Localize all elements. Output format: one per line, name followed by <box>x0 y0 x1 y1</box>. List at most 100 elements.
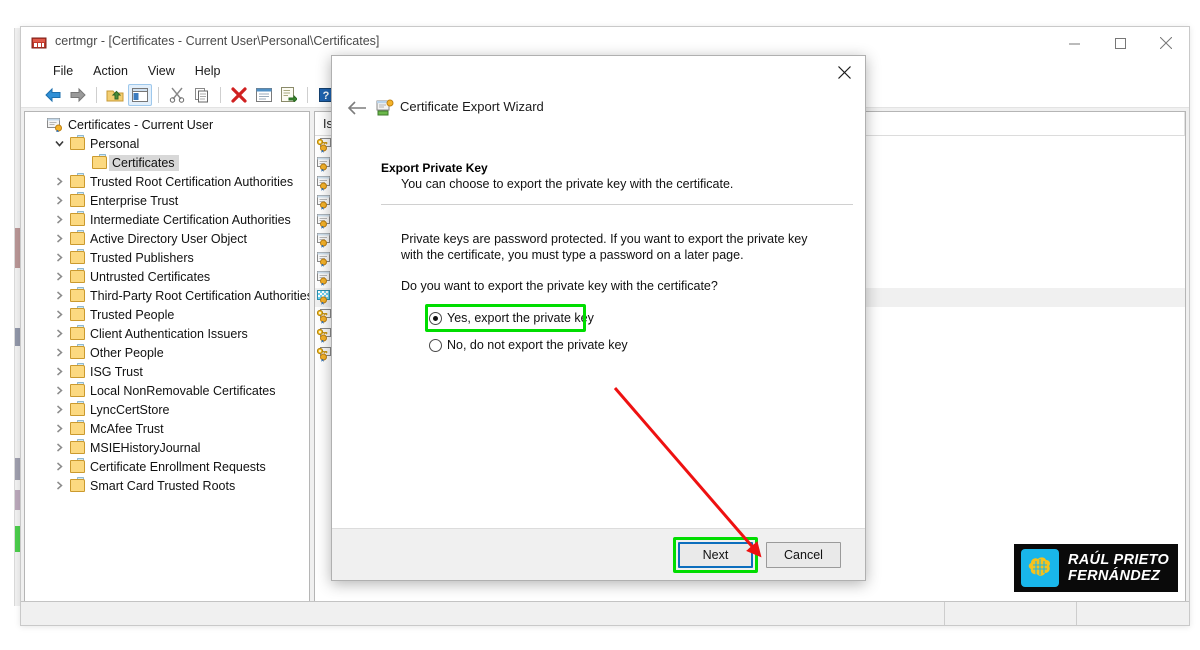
logo-line-1: RAÚL PRIETO <box>1068 552 1169 568</box>
chevron-right-icon[interactable] <box>51 423 67 434</box>
wizard-paragraph-2: Do you want to export the private key wi… <box>401 278 831 294</box>
show-console-tree-icon[interactable] <box>128 84 152 106</box>
brain-logo-icon <box>1021 549 1059 587</box>
folder-icon <box>67 175 87 188</box>
tree-item-local-nonremovable-certificates[interactable]: Local NonRemovable Certificates <box>25 381 309 400</box>
radio-no-indicator[interactable] <box>429 339 442 352</box>
tree-item-certificate-enrollment-requests[interactable]: Certificate Enrollment Requests <box>25 457 309 476</box>
minimize-button[interactable] <box>1051 27 1097 59</box>
tree-item-trusted-root-certification-authorities[interactable]: Trusted Root Certification Authorities <box>25 172 309 191</box>
tree-item-label: Smart Card Trusted Roots <box>87 479 235 493</box>
tree-item-enterprise-trust[interactable]: Enterprise Trust <box>25 191 309 210</box>
close-button[interactable] <box>1143 27 1189 59</box>
tree-item-other-people[interactable]: Other People <box>25 343 309 362</box>
tree-item-client-authentication-issuers[interactable]: Client Authentication Issuers <box>25 324 309 343</box>
tree-item-label: Active Directory User Object <box>87 232 247 246</box>
tree-item-label: Local NonRemovable Certificates <box>87 384 276 398</box>
wizard-footer: Next Cancel <box>332 528 865 580</box>
folder-icon <box>67 308 87 321</box>
folder-icon <box>67 384 87 397</box>
tree-item-trusted-publishers[interactable]: Trusted Publishers <box>25 248 309 267</box>
chevron-right-icon[interactable] <box>51 195 67 206</box>
tree-item-label: Other People <box>87 346 164 360</box>
chevron-right-icon[interactable] <box>51 461 67 472</box>
chevron-right-icon[interactable] <box>51 309 67 320</box>
export-private-key-radio-group: Yes, export the private key No, do not e… <box>401 308 831 355</box>
close-icon[interactable] <box>823 56 865 88</box>
wizard-paragraph-1: Private keys are password protected. If … <box>401 231 831 263</box>
next-button[interactable]: Next <box>678 542 753 568</box>
folder-icon <box>67 346 87 359</box>
chevron-right-icon[interactable] <box>51 176 67 187</box>
tree-item-msiehistoryjournal[interactable]: MSIEHistoryJournal <box>25 438 309 457</box>
radio-yes-indicator[interactable] <box>429 312 442 325</box>
logo-line-2: FERNÁNDEZ <box>1068 568 1169 584</box>
chevron-right-icon[interactable] <box>51 252 67 263</box>
chevron-right-icon[interactable] <box>51 214 67 225</box>
folder-icon <box>67 403 87 416</box>
radio-yes-label: Yes, export the private key <box>447 311 594 325</box>
window-controls <box>1051 27 1189 59</box>
folder-icon <box>67 270 87 283</box>
folder-icon <box>67 365 87 378</box>
chevron-right-icon[interactable] <box>51 271 67 282</box>
maximize-button[interactable] <box>1097 27 1143 59</box>
tree-item-mcafee-trust[interactable]: McAfee Trust <box>25 419 309 438</box>
export-icon[interactable] <box>277 84 301 106</box>
tree-item-third-party-root-certification-authorities[interactable]: Third-Party Root Certification Authoriti… <box>25 286 309 305</box>
folder-icon <box>67 289 87 302</box>
status-bar <box>21 601 1189 625</box>
tree-item-personal[interactable]: Personal <box>25 134 309 153</box>
certificate-store-tree[interactable]: Certificates - Current UserPersonal Certi… <box>25 112 309 495</box>
properties-icon[interactable] <box>252 84 276 106</box>
tree-item-active-directory-user-object[interactable]: Active Directory User Object <box>25 229 309 248</box>
folder-icon <box>67 441 87 454</box>
chevron-right-icon[interactable] <box>51 385 67 396</box>
delete-icon[interactable] <box>227 84 251 106</box>
menu-action[interactable]: Action <box>83 62 138 80</box>
chevron-right-icon[interactable] <box>51 290 67 301</box>
cancel-button[interactable]: Cancel <box>766 542 841 568</box>
tree-item-label: Certificates <box>109 155 179 171</box>
back-arrow-icon[interactable] <box>342 94 372 122</box>
chevron-right-icon[interactable] <box>51 328 67 339</box>
folder-icon <box>67 327 87 340</box>
tree-item-certificates-current-user[interactable]: Certificates - Current User <box>25 115 309 134</box>
chevron-right-icon[interactable] <box>51 233 67 244</box>
tree-item-untrusted-certificates[interactable]: Untrusted Certificates <box>25 267 309 286</box>
toolbar-separator-3 <box>220 87 221 103</box>
tree-item-lynccertstore[interactable]: LyncCertStore <box>25 400 309 419</box>
chevron-right-icon[interactable] <box>51 366 67 377</box>
cut-icon[interactable] <box>165 84 189 106</box>
menu-view[interactable]: View <box>138 62 185 80</box>
forward-icon[interactable] <box>66 84 90 106</box>
wizard-title: Certificate Export Wizard <box>400 99 544 114</box>
toolbar-separator-2 <box>158 87 159 103</box>
up-folder-icon[interactable] <box>103 84 127 106</box>
tree-item-smart-card-trusted-roots[interactable]: Smart Card Trusted Roots <box>25 476 309 495</box>
folder-icon <box>67 232 87 245</box>
tree-item-label: Third-Party Root Certification Authoriti… <box>87 289 310 303</box>
menu-file[interactable]: File <box>43 62 83 80</box>
chevron-right-icon[interactable] <box>51 404 67 415</box>
tree-item-trusted-people[interactable]: Trusted People <box>25 305 309 324</box>
status-segment-2 <box>1077 602 1189 625</box>
tree-item-label: MSIEHistoryJournal <box>87 441 200 455</box>
wizard-nav: Certificate Export Wizard <box>332 90 865 128</box>
chevron-right-icon[interactable] <box>51 442 67 453</box>
folder-icon <box>67 460 87 473</box>
tree-item-label: Untrusted Certificates <box>87 270 210 284</box>
radio-option-no[interactable]: No, do not export the private key <box>429 335 831 355</box>
logo-text: RAÚL PRIETO FERNÁNDEZ <box>1068 552 1169 584</box>
chevron-down-icon[interactable] <box>51 138 67 149</box>
tree-item-intermediate-certification-authorities[interactable]: Intermediate Certification Authorities <box>25 210 309 229</box>
tree-item-certificates[interactable]: Certificates <box>25 153 309 172</box>
tree-item-isg-trust[interactable]: ISG Trust <box>25 362 309 381</box>
copy-icon[interactable] <box>190 84 214 106</box>
menu-help[interactable]: Help <box>185 62 231 80</box>
radio-option-yes[interactable]: Yes, export the private key <box>429 308 831 328</box>
chevron-right-icon[interactable] <box>51 347 67 358</box>
chevron-right-icon[interactable] <box>51 480 67 491</box>
back-icon[interactable] <box>41 84 65 106</box>
toolbar-separator-4 <box>307 87 308 103</box>
